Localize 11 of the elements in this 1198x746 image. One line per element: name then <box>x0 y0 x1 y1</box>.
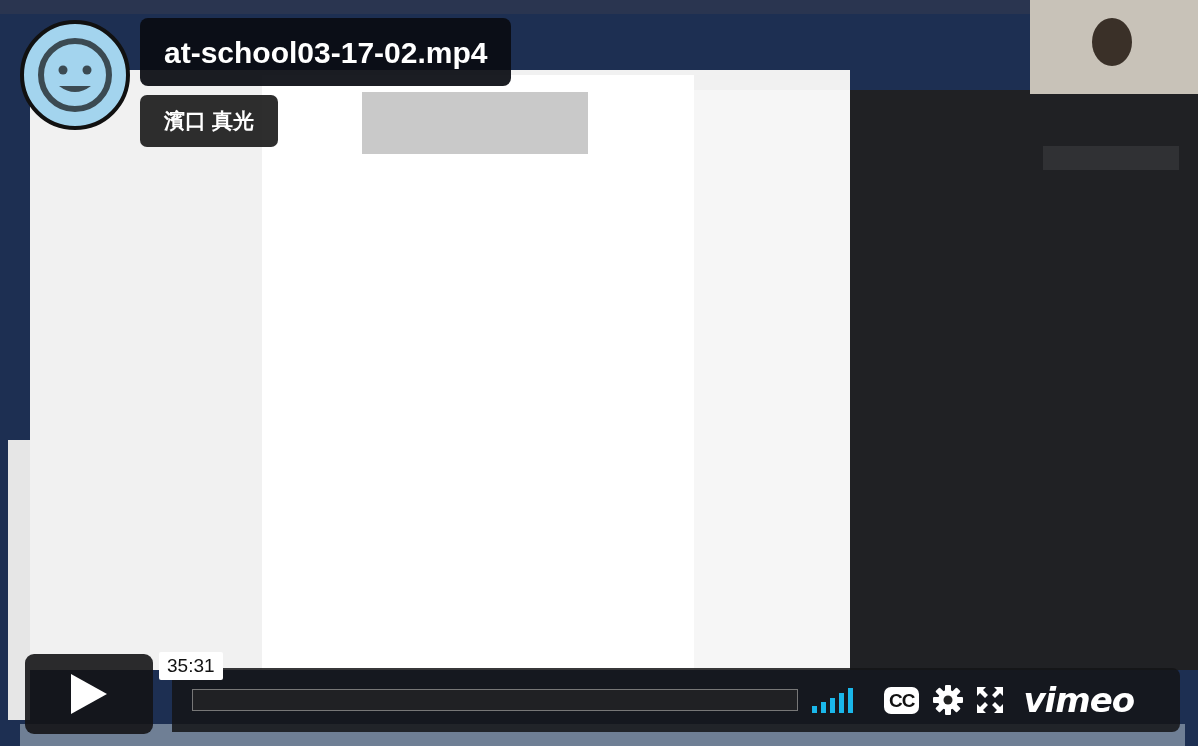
video-title: at-school03-17-02.mp4 <box>140 18 512 86</box>
avatar-icon <box>20 20 130 130</box>
progress-track[interactable] <box>192 689 798 711</box>
author-name[interactable]: 濱口 真光 <box>140 95 278 147</box>
fullscreen-icon <box>977 687 1004 713</box>
time-tooltip: 35:31 <box>159 652 223 680</box>
fullscreen-button[interactable] <box>977 687 1004 713</box>
vimeo-logo[interactable]: vimeo <box>1023 680 1135 720</box>
captions-button[interactable]: CC <box>884 686 920 714</box>
play-icon <box>69 672 109 716</box>
play-button[interactable] <box>25 654 153 734</box>
